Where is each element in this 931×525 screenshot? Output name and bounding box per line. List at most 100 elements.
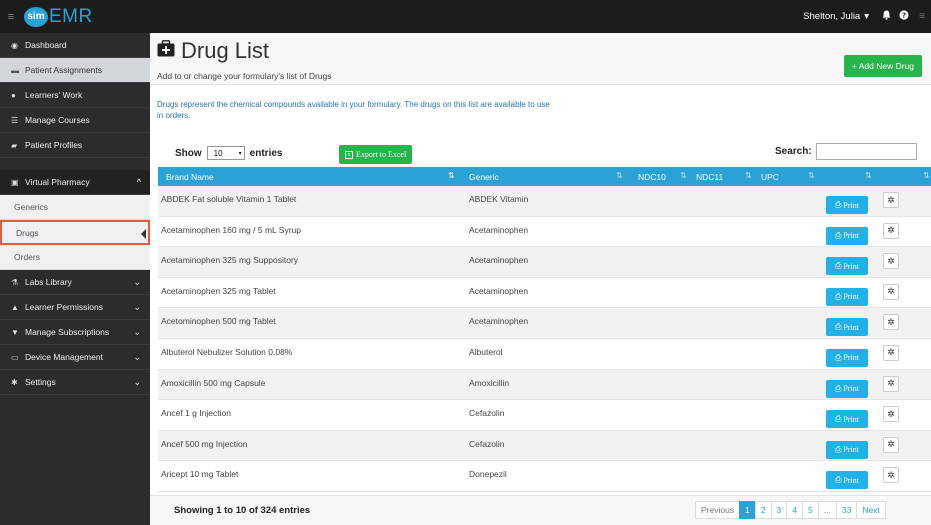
sort-icon[interactable]: ⇅ [808,171,815,180]
pagination-page-4[interactable]: 4 [786,501,804,519]
sidebar-item-manage-courses[interactable]: ☰ Manage Courses [0,108,150,133]
print-label: Print [843,261,859,271]
pagination-page-1[interactable]: 1 [739,501,756,519]
table-header: Brand Name ⇅ Generic ⇅ NDC10 ⇅ NDC11 ⇅ U… [158,167,931,186]
pagination-page-33[interactable]: 33 [835,501,858,519]
cell-brand-name: Ancef 500 mg Injection [161,438,248,449]
medkit-icon [157,40,175,62]
overflow-menu-icon[interactable]: ≡ [913,11,931,22]
print-button[interactable]: ⎙ Print [826,226,868,245]
sidebar-item-label: Patient Profiles [25,140,83,150]
export-label: Export to Excel [356,150,407,159]
table-controls: Show 10 ▾ entries x Export to Excel Sear… [150,138,931,166]
cell-generic: Amoxicillin [469,377,510,388]
pagination-page-3[interactable]: 3 [770,501,788,519]
print-label: Print [843,414,859,424]
sort-desc-icon[interactable]: ⇅ [448,171,455,180]
entries-select[interactable]: 10 ▾ [206,146,245,160]
sidebar-item-label: Virtual Pharmacy [25,177,90,187]
sidebar-item-device-management[interactable]: ▭ Device Management ⌄ [0,345,150,370]
row-settings-gear-icon[interactable]: ✲ [883,436,899,453]
user-menu[interactable]: Shelton, Julia ▾ [795,0,877,33]
column-header-generic[interactable]: Generic [469,172,499,182]
column-header-brand-name[interactable]: Brand Name [166,172,214,182]
page-header: Drug List Add to or change your formular… [150,33,931,85]
sidebar-item-dashboard[interactable]: ◉ Dashboard [0,33,150,58]
row-settings-gear-icon[interactable]: ✲ [883,314,899,331]
drug-table: Brand Name ⇅ Generic ⇅ NDC10 ⇅ NDC11 ⇅ U… [158,167,931,492]
print-button[interactable]: ⎙ Print [826,348,868,367]
sort-icon[interactable]: ⇅ [745,171,752,180]
table-row: Acetaminophen 325 mg Tablet Acetaminophe… [158,277,931,309]
sidebar-item-learner-permissions[interactable]: ▲ Learner Permissions ⌄ [0,295,150,320]
sidebar-item-learners-work[interactable]: ● Learners' Work [0,83,150,108]
search-control: Search: [775,143,917,160]
print-button[interactable]: ⎙ Print [826,257,868,276]
sidebar-item-labs-library[interactable]: ⚗ Labs Library ⌄ [0,270,150,295]
print-button[interactable]: ⎙ Print [826,287,868,306]
folder-icon: ▰ [11,140,18,150]
sidebar-item-virtual-pharmacy[interactable]: ▣ Virtual Pharmacy ^ [0,170,150,195]
print-label: Print [843,384,859,394]
print-icon: ⎙ [835,475,842,485]
print-button[interactable]: ⎙ Print [826,440,868,459]
cell-generic: Acetaminophen [469,285,529,296]
page-title: Drug List [181,38,270,63]
export-excel-button[interactable]: x Export to Excel [339,145,413,164]
print-button[interactable]: ⎙ Print [826,318,868,337]
print-button[interactable]: ⎙ Print [826,196,868,214]
print-button[interactable]: ⎙ Print [826,379,868,398]
row-settings-gear-icon[interactable]: ✲ [883,406,899,423]
sort-icon[interactable]: ⇅ [680,171,687,180]
table-row: Ancef 500 mg Injection Cefazolin ⎙ Print … [158,430,931,462]
column-header-upc[interactable]: UPC [761,172,779,182]
sidebar-item-settings[interactable]: ✱ Settings ⌄ [0,370,150,395]
sidebar-subitem-orders[interactable]: Orders [0,245,150,270]
row-settings-gear-icon[interactable]: ✲ [883,283,899,300]
row-settings-gear-icon[interactable]: ✲ [883,253,899,270]
sidebar-item-manage-subscriptions[interactable]: ▼ Manage Subscriptions ⌄ [0,320,150,345]
sidebar-item-patient-assignments[interactable]: ▬ Patient Assignments [0,58,150,83]
print-label: Print [843,292,859,302]
row-settings-gear-icon[interactable]: ✲ [883,375,899,392]
entries-label: entries [249,147,283,159]
print-icon: ⎙ [835,352,842,362]
pagination-previous[interactable]: Previous [695,501,741,519]
pagination-page-5[interactable]: 5 [802,501,819,519]
logo-text: EMR [49,5,93,27]
sidebar-subitem-generics[interactable]: Generics [0,195,150,220]
print-icon: ⎙ [835,261,842,271]
table-footer: Showing 1 to 10 of 324 entries Previous … [150,495,931,525]
column-header-ndc11[interactable]: NDC11 [696,172,723,182]
gear-icon: ✱ [11,377,18,387]
user-name: Shelton, Julia [803,11,861,22]
column-header-ndc10[interactable]: NDC10 [638,172,666,182]
hamburger-menu-icon[interactable]: ≡ [0,11,22,23]
row-settings-gear-icon[interactable]: ✲ [883,222,899,239]
row-settings-gear-icon[interactable]: ✲ [883,467,899,484]
row-settings-gear-icon[interactable]: ✲ [883,344,899,361]
question-icon[interactable]: ? [895,10,913,23]
row-settings-gear-icon[interactable]: ✲ [883,192,899,208]
app-logo[interactable]: sim EMR [24,6,93,28]
pagination-page-2[interactable]: 2 [754,501,772,519]
sort-icon[interactable]: ⇅ [865,171,872,180]
sidebar-subitem-drugs[interactable]: Drugs [0,220,150,245]
sidebar-item-patient-profiles[interactable]: ▰ Patient Profiles [0,133,150,158]
print-icon: ⎙ [835,230,842,240]
print-button[interactable]: ⎙ Print [826,410,868,429]
select-arrows-icon: ▾ [238,150,242,157]
bell-icon[interactable] [877,10,895,23]
chevron-down-icon: ⌄ [133,301,141,312]
pagination-next[interactable]: Next [856,501,886,519]
sidebar-item-label: Drugs [16,227,39,238]
sort-icon[interactable]: ⇅ [616,171,623,180]
sidebar-item-label: Learners' Work [25,90,83,100]
sort-icon[interactable]: ⇅ [923,171,930,180]
print-button[interactable]: ⎙ Print [826,471,868,490]
search-input[interactable] [815,143,917,160]
add-new-drug-button[interactable]: + Add New Drug [843,55,922,77]
sidebar-item-label: Learner Permissions [25,302,103,312]
show-label: Show [175,147,202,159]
